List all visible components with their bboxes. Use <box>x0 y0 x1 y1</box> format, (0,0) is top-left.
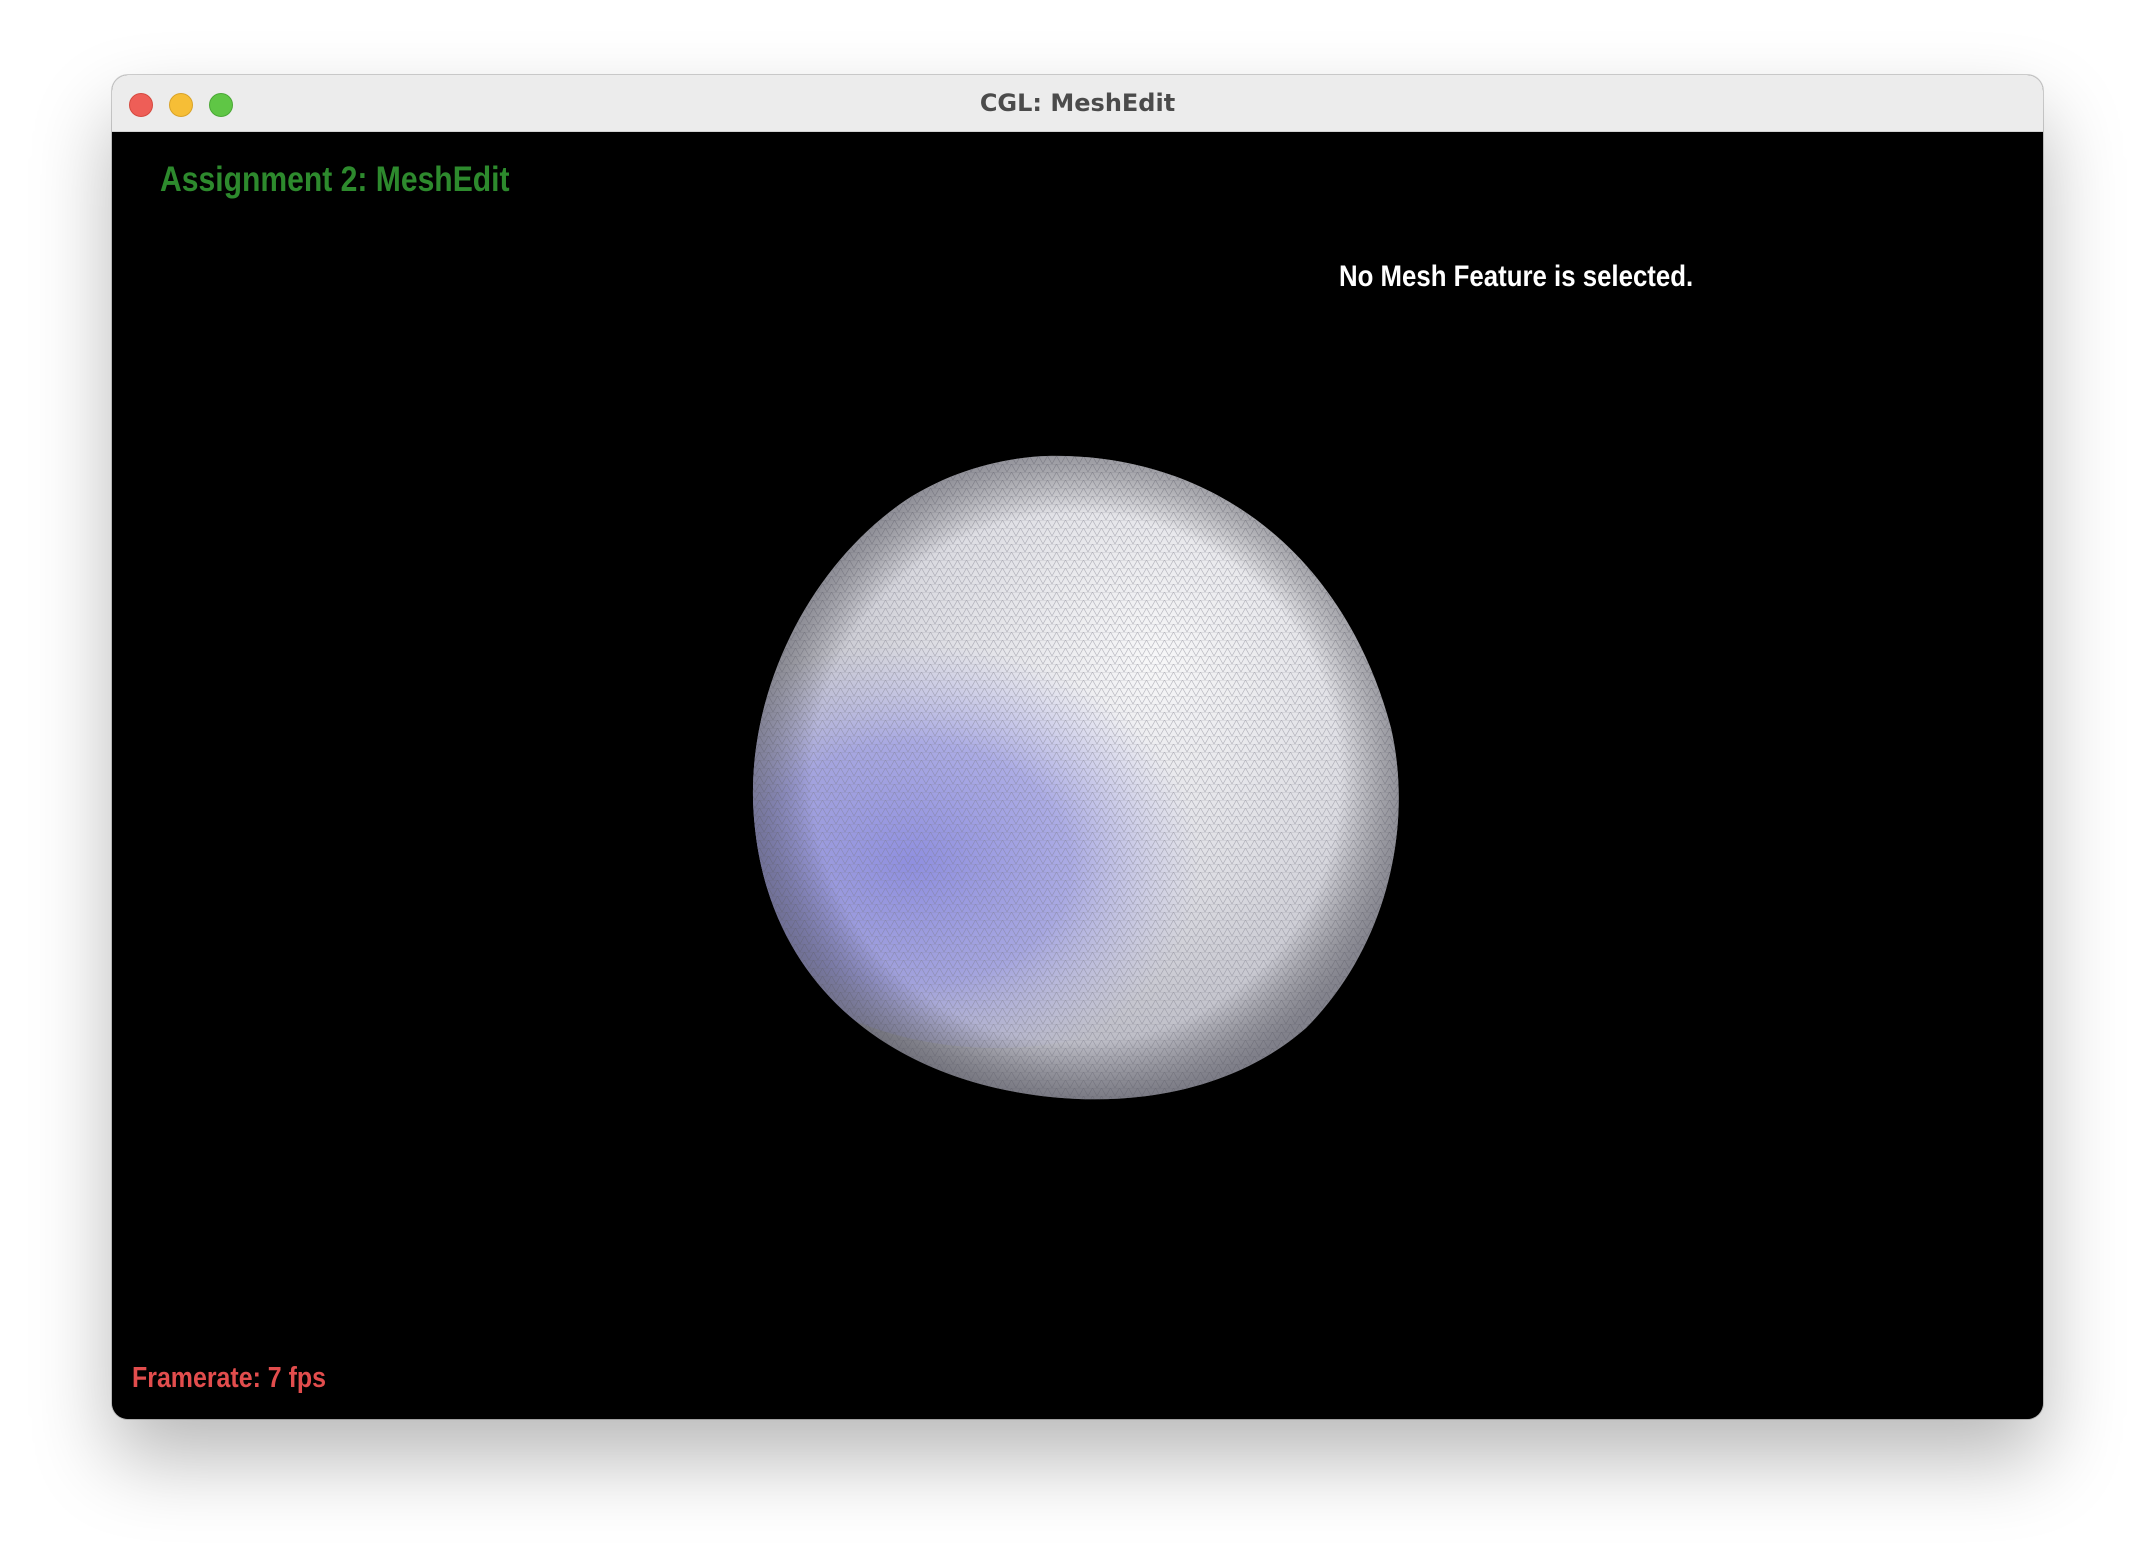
framerate-value: 7 fps <box>267 1362 327 1394</box>
app-window: CGL: MeshEdit Assignment 2: MeshEdit No … <box>112 75 2043 1419</box>
mesh-sphere[interactable] <box>746 448 1406 1108</box>
app-title: Assignment 2: MeshEdit <box>160 160 510 199</box>
window-title: CGL: MeshEdit <box>979 89 1176 117</box>
framerate-label: Framerate: <box>132 1362 261 1394</box>
window-titlebar[interactable]: CGL: MeshEdit <box>112 75 2043 132</box>
gl-viewport[interactable]: Assignment 2: MeshEdit No Mesh Feature i… <box>112 132 2043 1419</box>
selection-status-text: No Mesh Feature is selected. <box>1339 260 1694 293</box>
framerate-readout: Framerate: 7 fps <box>132 1362 326 1395</box>
